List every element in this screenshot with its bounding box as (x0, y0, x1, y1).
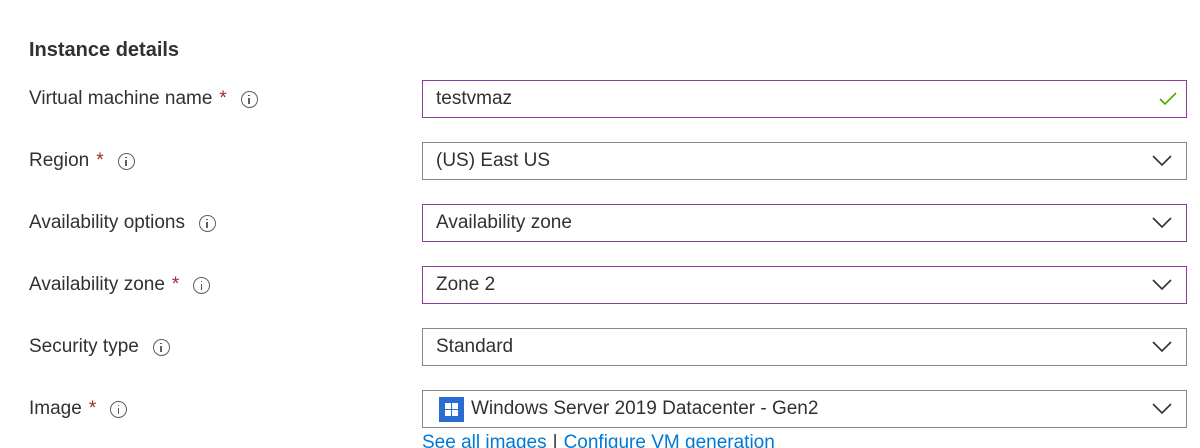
security-type-label-group: Security type (29, 328, 170, 366)
availability-options-value: Availability zone (436, 212, 572, 233)
required-mark: * (219, 88, 227, 109)
availability-options-label: Availability options (29, 212, 185, 233)
availability-options-label-group: Availability options (29, 204, 216, 242)
info-icon[interactable] (193, 276, 211, 294)
image-links: See all images | Configure VM generation (422, 432, 775, 448)
region-label-group: Region * (29, 142, 135, 180)
instance-details-form: Instance details Virtual machine name * … (0, 0, 1200, 448)
info-icon[interactable] (110, 400, 128, 418)
security-type-dropdown[interactable]: Standard (422, 328, 1187, 366)
region-dropdown[interactable]: (US) East US (422, 142, 1187, 180)
see-all-images-link[interactable]: See all images (422, 432, 547, 448)
availability-zone-row: Availability zone * Zone 2 (0, 266, 1200, 304)
availability-zone-dropdown[interactable]: Zone 2 (422, 266, 1187, 304)
checkmark-icon (1159, 92, 1177, 106)
region-row: Region * (US) East US (0, 142, 1200, 180)
security-type-row: Security type Standard (0, 328, 1200, 366)
image-label-group: Image * (29, 390, 128, 428)
image-row: Image * Windows Server 2019 Datacenter -… (0, 390, 1200, 428)
vm-name-input[interactable]: testvmaz (422, 80, 1187, 118)
windows-logo-icon (439, 396, 464, 422)
vm-name-label-group: Virtual machine name * (29, 80, 258, 118)
availability-options-dropdown[interactable]: Availability zone (422, 204, 1187, 242)
vm-name-value: testvmaz (436, 88, 513, 109)
info-icon[interactable] (240, 90, 258, 108)
configure-vm-generation-link[interactable]: Configure VM generation (564, 432, 775, 448)
security-type-value: Standard (436, 336, 514, 357)
info-icon[interactable] (198, 214, 216, 232)
security-type-label: Security type (29, 336, 139, 357)
section-title: Instance details (29, 39, 180, 61)
info-icon[interactable] (152, 338, 170, 356)
availability-zone-value: Zone 2 (436, 274, 496, 295)
chevron-down-icon (1152, 341, 1172, 353)
required-mark: * (88, 398, 97, 419)
vm-name-label: Virtual machine name (29, 88, 213, 109)
chevron-down-icon (1152, 403, 1172, 415)
availability-options-row: Availability options Availability zone (0, 204, 1200, 242)
region-label: Region (29, 150, 90, 171)
availability-zone-label: Availability zone (29, 274, 165, 295)
image-value: Windows Server 2019 Datacenter - Gen2 (471, 398, 819, 419)
image-label: Image (29, 398, 82, 419)
required-mark: * (96, 150, 104, 171)
region-value: (US) East US (436, 150, 551, 171)
image-dropdown[interactable]: Windows Server 2019 Datacenter - Gen2 (422, 390, 1187, 428)
chevron-down-icon (1152, 279, 1172, 291)
chevron-down-icon (1152, 217, 1172, 229)
chevron-down-icon (1152, 155, 1172, 167)
link-separator: | (552, 432, 558, 448)
availability-zone-label-group: Availability zone * (29, 266, 211, 304)
info-icon[interactable] (117, 152, 135, 170)
required-mark: * (171, 274, 180, 295)
vm-name-row: Virtual machine name * testvmaz (0, 80, 1200, 118)
